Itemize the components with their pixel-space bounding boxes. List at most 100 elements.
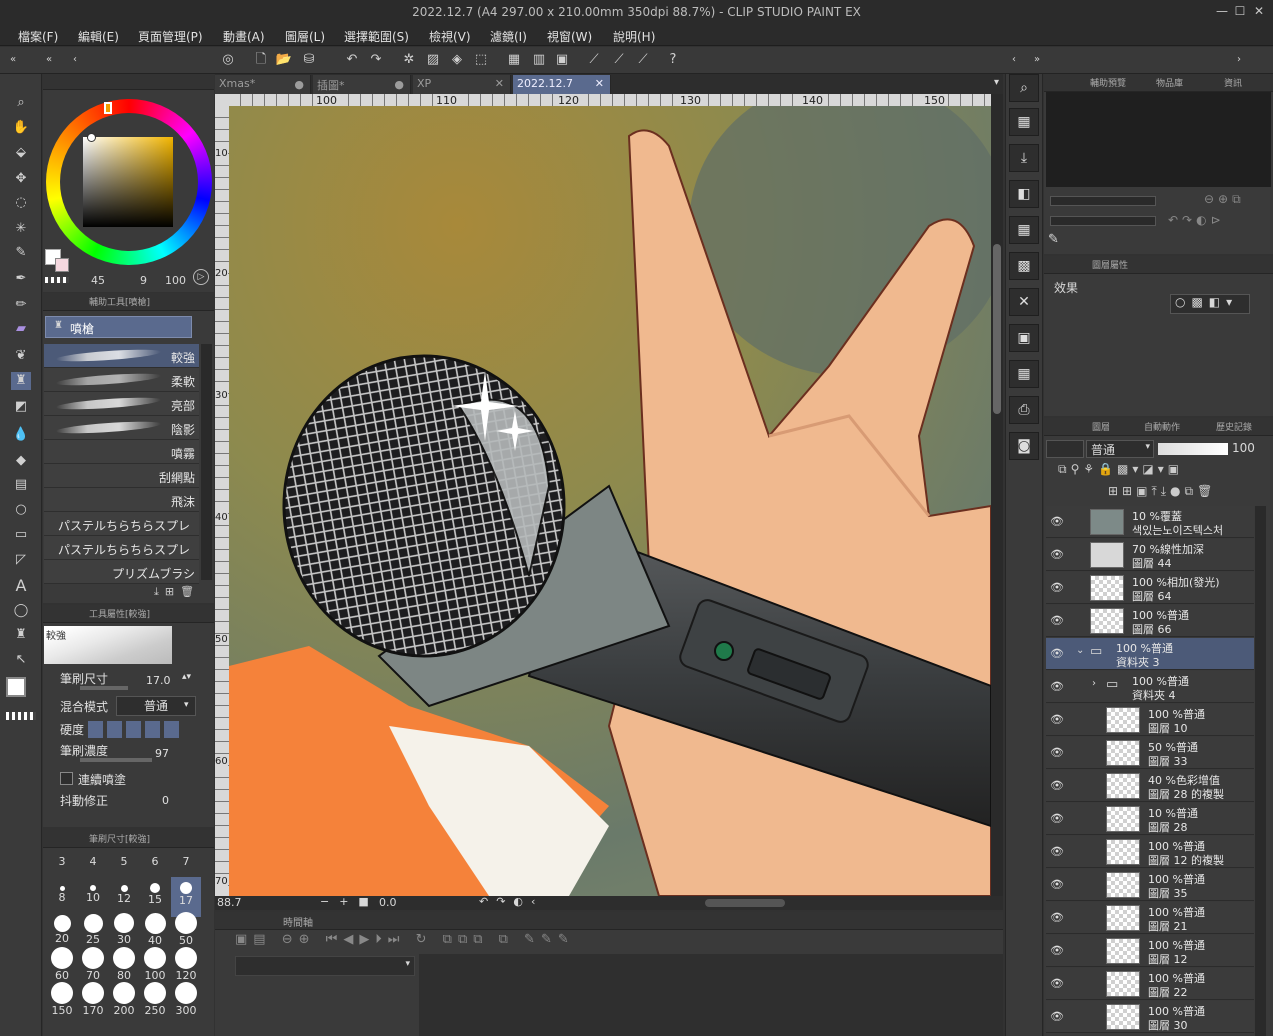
brush-item[interactable]: 柔軟 — [44, 368, 199, 392]
visibility-eye-icon[interactable]: 👁 — [1050, 515, 1064, 528]
effect-buttons[interactable]: ○▩◧▾ — [1170, 294, 1250, 314]
tab-xmas[interactable]: Xmas* ● — [215, 75, 311, 94]
object-tool-icon[interactable]: ↖ — [12, 651, 30, 669]
table-icon[interactable]: ▦ — [1009, 360, 1039, 388]
brush-size-cell[interactable]: 8 — [47, 877, 77, 917]
layer-row[interactable]: 👁 70 %線性加深 圖層 44 — [1046, 539, 1254, 571]
density-value[interactable]: 97 — [155, 747, 169, 760]
eyedropper-icon[interactable]: ✎ — [1048, 232, 1059, 247]
brush-size-cell[interactable]: 12 — [109, 877, 139, 917]
navigator-zoom-slider[interactable] — [1050, 196, 1156, 206]
new-file-icon[interactable]: 🗋 — [252, 51, 270, 69]
chevron-down-icon[interactable]: ▾ — [184, 700, 189, 710]
wheel-transparent[interactable] — [45, 277, 69, 283]
drawing-canvas[interactable] — [229, 106, 991, 896]
hardness-selector[interactable] — [88, 721, 180, 738]
grid-icon[interactable]: ▦ — [505, 51, 523, 69]
layer-row[interactable]: 👁 10 %覆蓋 색있는노이즈텍스처 — [1046, 506, 1254, 538]
wheel-sub-color[interactable] — [55, 258, 69, 272]
visibility-eye-icon[interactable]: 👁 — [1050, 647, 1064, 660]
brush-item[interactable]: 刮網點 — [44, 464, 199, 488]
sub-tool-actions-icon[interactable]: ⤓⊞🗑 — [154, 585, 212, 601]
visibility-eye-icon[interactable]: 👁 — [1050, 713, 1064, 726]
move-tool-icon[interactable]: ✥ — [12, 170, 30, 188]
tab-xp[interactable]: XP ✕ — [413, 75, 511, 94]
brush-item[interactable]: 較強 — [44, 344, 199, 368]
sub-tool-group[interactable]: ♜ 噴槍 — [45, 316, 192, 338]
correct-line-icon[interactable]: ♜ — [12, 626, 30, 644]
menu-selection[interactable]: 選擇範圍(S) — [344, 28, 409, 45]
text-tool-icon[interactable]: A — [12, 577, 30, 595]
navigator-zoom-icon[interactable]: ⊖⊕⧉ — [1204, 192, 1245, 207]
continuous-checkbox[interactable] — [60, 772, 73, 785]
brush-size-cell[interactable]: 10 — [78, 877, 108, 917]
figure-tool-icon[interactable]: ○ — [12, 501, 30, 519]
layer-toolbar-top[interactable]: ⧉⚲⚘🔒▩▾◪▾▣ — [1058, 462, 1268, 478]
visibility-eye-icon[interactable]: 👁 — [1050, 779, 1064, 792]
visibility-eye-icon[interactable]: 👁 — [1050, 680, 1064, 693]
visibility-eye-icon[interactable]: 👁 — [1050, 944, 1064, 957]
menu-help[interactable]: 說明(H) — [613, 28, 655, 45]
brush-size-cell[interactable]: 15 — [140, 877, 170, 917]
ruler-tool-icon[interactable]: ◸ — [12, 551, 30, 569]
visibility-eye-icon[interactable]: 👁 — [1050, 845, 1064, 858]
search-icon[interactable]: ⌕ — [1009, 74, 1039, 102]
brush-size-cell[interactable]: 25 — [78, 912, 108, 952]
import-icon[interactable]: ⤓ — [1009, 144, 1039, 172]
layer-row[interactable]: 👁 ▭ ⌄ 100 %普通 資料夾 3 — [1046, 638, 1254, 670]
brush-size-cell[interactable]: 70 — [78, 947, 108, 987]
camera-icon[interactable]: ◧ — [1009, 180, 1039, 208]
brush-size-cell[interactable]: 80 — [109, 947, 139, 987]
brush-size-cell[interactable]: 170 — [78, 982, 108, 1022]
brush-item[interactable]: パステルちらちらスプレ — [44, 536, 199, 560]
export-icon[interactable]: ⎙ — [1009, 396, 1039, 424]
brush-item[interactable]: 亮部 — [44, 392, 199, 416]
visibility-eye-icon[interactable]: 👁 — [1050, 977, 1064, 990]
menu-layer[interactable]: 圖層(L) — [285, 28, 325, 45]
brush-size-cell[interactable]: 60 — [47, 947, 77, 987]
fill-tool-icon[interactable]: ◆ — [12, 452, 30, 470]
layer-row[interactable]: 👁 50 %普通 圖層 33 — [1046, 737, 1254, 769]
tab-illustration[interactable]: 插圖* ● — [313, 75, 411, 94]
blend-tool-icon[interactable]: 💧 — [12, 426, 30, 444]
menu-filter[interactable]: 濾鏡(I) — [490, 28, 527, 45]
color-marker[interactable] — [87, 133, 96, 142]
help-icon[interactable]: ? — [664, 51, 682, 69]
crop-icon[interactable]: ▣ — [553, 51, 571, 69]
ruler-icon[interactable]: ▥ — [530, 51, 548, 69]
pencil-tool-icon[interactable]: ✏ — [12, 296, 30, 314]
spinner-icon[interactable]: ▴▾ — [182, 672, 191, 682]
main-color-swatch[interactable] — [6, 677, 26, 697]
navigator-rotate-slider[interactable] — [1050, 216, 1156, 226]
minimize-icon[interactable]: — — [1215, 4, 1229, 18]
brush-item[interactable]: 噴霧 — [44, 440, 199, 464]
layer-opacity-slider[interactable] — [1158, 443, 1228, 455]
brush-item[interactable]: プリズムブラシ — [44, 560, 199, 584]
deselect-icon[interactable]: ✲ — [400, 51, 418, 69]
magic-wand-icon[interactable]: ✳ — [12, 220, 30, 238]
texture-icon[interactable]: ▩ — [1009, 252, 1039, 280]
transparent-color-swatch[interactable] — [6, 712, 36, 720]
layer-row[interactable]: 👁 100 %普通 圖層 30 — [1046, 1001, 1254, 1033]
layer-toolbar-bottom[interactable]: ⊞⊞▣⤒⤓●⧉🗑 — [1108, 484, 1270, 500]
undo-icon[interactable]: ↶ — [343, 51, 361, 69]
zoom-tool-icon[interactable]: ⌕ — [12, 94, 30, 112]
brush-size-cell[interactable]: 300 — [171, 982, 201, 1022]
folder-toggle-icon[interactable]: ⌄ — [1076, 645, 1084, 656]
tab-info[interactable]: 資訊 — [1224, 76, 1242, 89]
tab-sub-view[interactable]: 輔助預覽 — [1090, 76, 1126, 89]
tab-item-bank[interactable]: 物品庫 — [1156, 76, 1183, 89]
menu-file[interactable]: 檔案(F) — [18, 28, 58, 45]
layer-blend-mode[interactable]: 普通 ▾ — [1086, 440, 1154, 458]
brush-size-cell[interactable]: 100 — [140, 947, 170, 987]
brush-size-value[interactable]: 17.0 — [146, 674, 171, 687]
brush-tool-icon[interactable]: ▰ — [12, 320, 30, 338]
clip-studio-icon[interactable]: ◎ — [219, 51, 237, 69]
visibility-eye-icon[interactable]: 👁 — [1050, 548, 1064, 561]
visibility-eye-icon[interactable]: 👁 — [1050, 878, 1064, 891]
tab-current[interactable]: 2022.12.7 ✕ — [513, 75, 611, 94]
brush-size-cell[interactable]: 40 — [140, 912, 170, 952]
timeline-frames[interactable] — [419, 954, 1003, 1036]
angle-value[interactable]: 0.0 — [379, 896, 397, 909]
panel-back-icon[interactable]: ‹ — [1005, 51, 1023, 69]
